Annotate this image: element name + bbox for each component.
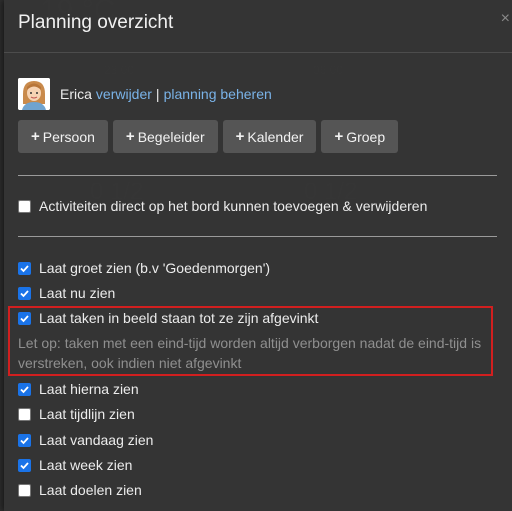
dialog-header: Planning overzicht × — [4, 0, 512, 53]
close-icon[interactable]: × — [501, 10, 510, 28]
option-greeting: Laat groet zien (b.v 'Goedenmorgen') — [18, 260, 270, 276]
add-supervisor-label: Begeleider — [137, 128, 205, 145]
add-supervisor-button[interactable]: + Begeleider — [112, 120, 218, 153]
option-week: Laat week zien — [18, 457, 132, 473]
checkmark-icon — [20, 461, 29, 469]
option-today: Laat vandaag zien — [18, 432, 153, 448]
week-checkbox[interactable] — [18, 458, 31, 472]
add-person-label: Persoon — [42, 128, 95, 145]
checkmark-icon — [20, 314, 29, 322]
option-keep-tasks: Laat taken in beeld staan tot ze zijn af… — [18, 310, 318, 326]
link-separator: | — [155, 86, 160, 102]
option-goals: Laat doelen zien — [18, 482, 142, 498]
add-calendar-button[interactable]: + Kalender — [222, 120, 317, 153]
plus-icon: + — [125, 128, 135, 145]
plus-icon: + — [334, 128, 344, 145]
after-label: Laat hierna zien — [39, 381, 139, 397]
now-checkbox[interactable] — [18, 286, 31, 300]
goals-checkbox[interactable] — [18, 483, 31, 497]
week-label: Laat week zien — [39, 457, 133, 473]
timeline-label: Laat tijdlijn zien — [39, 406, 135, 422]
manage-planning-link[interactable]: planning beheren — [164, 86, 272, 102]
add-group-label: Groep — [346, 128, 386, 145]
option-direct-edit: Activiteiten direct op het bord kunnen t… — [18, 198, 427, 214]
keep-tasks-note: Let op: taken met een eind-tijd worden a… — [18, 335, 482, 371]
checkmark-icon — [20, 264, 29, 272]
add-button-row: + Persoon + Begeleider + Kalender + Groe… — [18, 120, 399, 153]
option-after: Laat hierna zien — [18, 381, 139, 397]
remove-user-link[interactable]: verwijder — [96, 86, 152, 102]
keep-tasks-label: Laat taken in beeld staan tot ze zijn af… — [39, 310, 319, 326]
timeline-checkbox[interactable] — [18, 407, 31, 421]
option-timeline: Laat tijdlijn zien — [18, 406, 135, 422]
checkmark-icon — [20, 436, 29, 444]
checkmark-icon — [20, 289, 29, 297]
today-label: Laat vandaag zien — [39, 432, 154, 448]
divider — [18, 175, 497, 176]
avatar-icon — [18, 78, 50, 110]
direct-edit-label: Activiteiten direct op het bord kunnen t… — [39, 198, 428, 214]
user-name: Erica — [60, 86, 92, 102]
greeting-checkbox[interactable] — [18, 261, 31, 275]
divider — [18, 236, 497, 237]
add-calendar-label: Kalender — [247, 128, 304, 145]
keep-tasks-checkbox[interactable] — [18, 311, 31, 325]
direct-edit-checkbox[interactable] — [18, 199, 31, 213]
option-now: Laat nu zien — [18, 285, 115, 301]
user-row: Erica verwijder | planning beheren — [18, 78, 272, 110]
after-checkbox[interactable] — [18, 382, 31, 396]
plus-icon: + — [235, 128, 245, 145]
plus-icon: + — [31, 128, 40, 145]
now-label: Laat nu zien — [39, 285, 116, 301]
goals-label: Laat doelen zien — [39, 482, 142, 498]
checkmark-icon — [20, 385, 29, 393]
add-group-button[interactable]: + Groep — [321, 120, 399, 153]
dialog-title: Planning overzicht — [18, 12, 174, 33]
greeting-label: Laat groet zien (b.v 'Goedenmorgen') — [39, 260, 271, 276]
today-checkbox[interactable] — [18, 433, 31, 447]
add-person-button[interactable]: + Persoon — [18, 120, 108, 153]
